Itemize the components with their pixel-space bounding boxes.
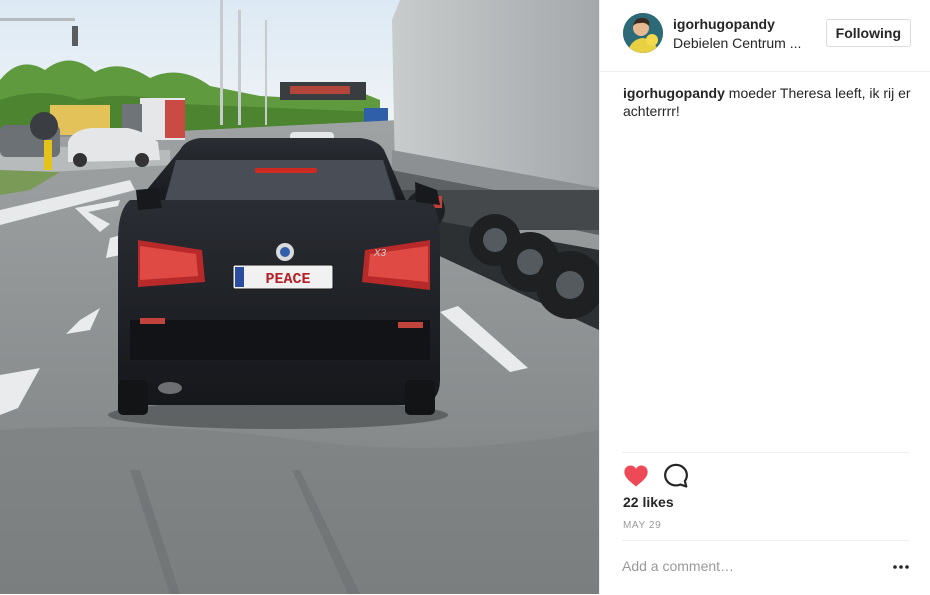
post-caption: igorhugopandy moeder Theresa leeft, ik r… xyxy=(623,84,915,120)
more-options-icon[interactable] xyxy=(892,558,910,576)
username-link[interactable]: igorhugopandy xyxy=(673,15,801,33)
heart-icon[interactable] xyxy=(622,462,650,490)
avatar[interactable] xyxy=(623,13,663,53)
action-bar xyxy=(622,452,910,497)
likes-count[interactable]: 22 likes xyxy=(623,494,674,510)
location-link[interactable]: Debielen Centrum ... xyxy=(673,34,801,52)
comment-icon[interactable] xyxy=(662,462,690,490)
avatar-image xyxy=(623,13,663,53)
post-details-panel: igorhugopandy Debielen Centrum ... Follo… xyxy=(599,0,930,594)
caption-username-link[interactable]: igorhugopandy xyxy=(623,85,725,101)
user-block: igorhugopandy Debielen Centrum ... xyxy=(673,15,801,52)
instagram-post: PEACE X3 igorhugopandy Debielen Centrum … xyxy=(0,0,930,594)
license-plate-text: PEACE xyxy=(265,271,310,288)
comment-bar xyxy=(622,540,910,595)
post-image: PEACE X3 xyxy=(0,0,599,594)
add-comment-input[interactable] xyxy=(622,558,882,574)
post-header: igorhugopandy Debielen Centrum ... Follo… xyxy=(600,0,930,72)
car-model-badge: X3 xyxy=(373,248,387,259)
post-date[interactable]: MAY 29 xyxy=(623,520,661,531)
post-photo[interactable]: PEACE X3 xyxy=(0,0,599,594)
following-button[interactable]: Following xyxy=(825,19,911,47)
